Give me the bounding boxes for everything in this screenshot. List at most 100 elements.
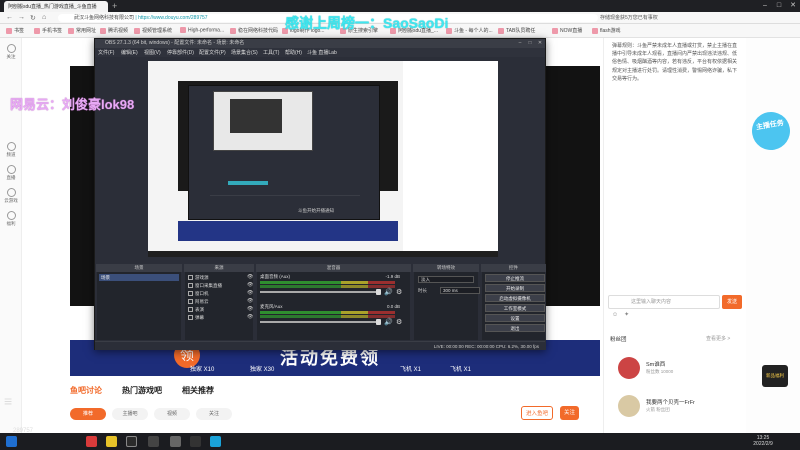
bookmark-item[interactable]: High-performa... xyxy=(180,27,224,33)
join-bar-button[interactable]: 进入鱼吧 xyxy=(521,406,554,420)
volume-slider[interactable] xyxy=(260,291,380,293)
filter-pill[interactable]: 推荐 xyxy=(70,408,106,420)
source-item[interactable]: 弹幕 👁 xyxy=(187,314,259,321)
eye-icon[interactable]: 👁 xyxy=(247,290,253,297)
maximize-icon[interactable]: □ xyxy=(772,0,786,12)
virtual-camera-button[interactable]: 启动虚拟摄像机 xyxy=(485,294,545,302)
windows-start-icon[interactable] xyxy=(6,436,17,447)
volume-slider-knob[interactable] xyxy=(376,289,381,295)
app-icon[interactable] xyxy=(190,436,201,447)
minimize-icon[interactable]: – xyxy=(758,0,772,12)
source-item[interactable]: 表演 👁 xyxy=(187,306,259,313)
obs-taskbar-icon[interactable] xyxy=(126,436,137,447)
obs-menu-item[interactable]: 停靠部件(D) xyxy=(167,49,194,56)
corner-badge[interactable]: 新品福利 xyxy=(762,365,788,387)
eye-icon[interactable]: 👁 xyxy=(247,314,253,321)
browser-tab[interactable]: 阿刨搬sdu直播_热门游戏直播_斗鱼直播 xyxy=(4,1,108,12)
home-icon[interactable]: ⌂ xyxy=(42,14,46,21)
close-icon[interactable]: ✕ xyxy=(786,0,800,12)
app-icon[interactable] xyxy=(106,436,117,447)
left-nav-item[interactable]: 福利 xyxy=(2,211,20,227)
avatar[interactable] xyxy=(618,395,640,417)
gear-icon[interactable]: ⚙ xyxy=(396,318,402,326)
speaker-icon[interactable]: 🔊 xyxy=(384,318,393,326)
bookmark-item[interactable]: TAB队员聘任 xyxy=(498,27,535,34)
source-item[interactable]: 窗口机 👁 xyxy=(187,290,259,297)
gift-icon[interactable]: ✦ xyxy=(624,312,635,318)
bookmark-item[interactable]: 斗鱼 - 每个人的... xyxy=(446,27,493,34)
bookmark-item[interactable]: 视频管理系统 xyxy=(134,27,172,34)
emoji-icon[interactable]: ☺ xyxy=(612,312,624,318)
bookmark-item[interactable]: 常用网址 xyxy=(68,27,96,34)
scene-item[interactable]: 场景 xyxy=(99,274,179,281)
volume-slider[interactable] xyxy=(260,321,380,323)
fan-name[interactable]: Sm谁西 xyxy=(646,360,665,368)
refresh-icon[interactable]: ↻ xyxy=(30,14,36,22)
stop-streaming-button[interactable]: 停止推流 xyxy=(485,274,545,282)
obs-menu-item[interactable]: 工具(T) xyxy=(263,49,279,56)
obs-window[interactable]: OBS 27.1.3 (64 bit, windows) - 配置文件: 未命名… xyxy=(94,38,546,350)
obs-close-icon[interactable]: ✕ xyxy=(535,39,545,48)
clock[interactable]: 13:25 2022/2/9 xyxy=(748,435,778,447)
follow-button[interactable]: 关注 xyxy=(560,406,580,420)
studio-mode-button[interactable]: 工作室模式 xyxy=(485,304,545,312)
obs-menu-item[interactable]: 视图(V) xyxy=(144,49,161,56)
source-item[interactable]: 游戏源 👁 xyxy=(187,274,259,281)
edge-icon[interactable] xyxy=(210,436,221,447)
source-item[interactable]: 阿易云 👁 xyxy=(187,298,259,305)
obs-menu-item[interactable]: 帮助(H) xyxy=(285,49,302,56)
left-nav-item[interactable]: 云游戏 xyxy=(2,188,20,204)
filter-pill[interactable]: 关注 xyxy=(196,408,232,420)
obs-preview[interactable]: 斗鱼开始开播通知 xyxy=(148,61,498,257)
tab-hot-games[interactable]: 热门游戏吧 xyxy=(122,385,162,396)
eye-icon[interactable]: 👁 xyxy=(247,282,253,289)
obs-menu-item[interactable]: 编辑(E) xyxy=(121,49,138,56)
speaker-icon[interactable]: 🔊 xyxy=(384,288,393,296)
gear-icon[interactable]: ⚙ xyxy=(396,288,402,296)
new-tab-button[interactable]: + xyxy=(112,0,117,12)
obs-menu-item[interactable]: 斗鱼 直播Lab xyxy=(307,49,337,56)
steam-icon[interactable] xyxy=(148,436,159,447)
bookmark-item[interactable]: 腾讯视频 xyxy=(100,27,128,34)
filter-pill[interactable]: 主播吧 xyxy=(112,408,148,420)
bookmark-item[interactable]: 稳在网络科技代码 xyxy=(230,27,278,34)
bookmark-item[interactable]: 书签 xyxy=(6,27,24,34)
left-nav-item[interactable]: 频道 xyxy=(2,142,20,158)
exit-button[interactable]: 退出 xyxy=(485,324,545,332)
bookmark-item[interactable]: 手机书签 xyxy=(34,27,62,34)
chat-input[interactable]: 这里输入聊天内容 xyxy=(608,295,720,309)
bookmark-item[interactable]: flash游戏 xyxy=(592,27,621,34)
back-icon[interactable]: ← xyxy=(6,14,13,21)
send-button[interactable]: 发送 xyxy=(722,295,742,309)
address-bar-notice[interactable]: 存储现金获5万您已有事权 xyxy=(600,14,658,21)
fan-name[interactable]: 我要两个贝壳一FrFr xyxy=(646,398,695,406)
forward-icon[interactable]: → xyxy=(18,14,25,21)
left-nav-item[interactable]: 关注 xyxy=(2,44,20,60)
eye-icon[interactable]: 👁 xyxy=(247,298,253,305)
left-nav-item[interactable]: 直播 xyxy=(2,165,20,181)
tab-discussion[interactable]: 鱼吧讨论 xyxy=(70,385,102,396)
obs-menu-item[interactable]: 文件(F) xyxy=(98,49,114,56)
source-item[interactable]: 窗口采集直播 👁 xyxy=(187,282,259,289)
settings-button[interactable]: 设置 xyxy=(485,314,545,322)
filter-pill[interactable]: 视频 xyxy=(154,408,190,420)
eye-icon[interactable]: 👁 xyxy=(247,274,253,281)
overlay-top-text: 感谢上周榜一：SaoSaoDi xyxy=(285,15,449,31)
obs-maximize-icon[interactable]: □ xyxy=(525,39,535,48)
transition-select[interactable]: 淡入 xyxy=(418,276,474,283)
bookmark-item[interactable]: NOW直播 xyxy=(552,27,582,34)
avatar[interactable] xyxy=(618,357,640,379)
fan-sub: 粉丝数 10000 xyxy=(646,369,674,374)
fans-more-link[interactable]: 查看更多 > xyxy=(706,335,730,342)
tab-recommend[interactable]: 相关推荐 xyxy=(182,385,214,396)
app-icon[interactable] xyxy=(86,436,97,447)
obs-minimize-icon[interactable]: – xyxy=(515,39,525,48)
app-icon[interactable] xyxy=(170,436,181,447)
duration-field[interactable]: 300 ms xyxy=(440,287,480,294)
volume-slider-knob[interactable] xyxy=(376,319,381,325)
obs-menu-item[interactable]: 场景集合(S) xyxy=(231,49,258,56)
obs-menu-item[interactable]: 配置文件(P) xyxy=(199,49,226,56)
source-label: 游戏源 xyxy=(195,275,209,280)
eye-icon[interactable]: 👁 xyxy=(247,306,253,313)
start-recording-button[interactable]: 开始录制 xyxy=(485,284,545,292)
